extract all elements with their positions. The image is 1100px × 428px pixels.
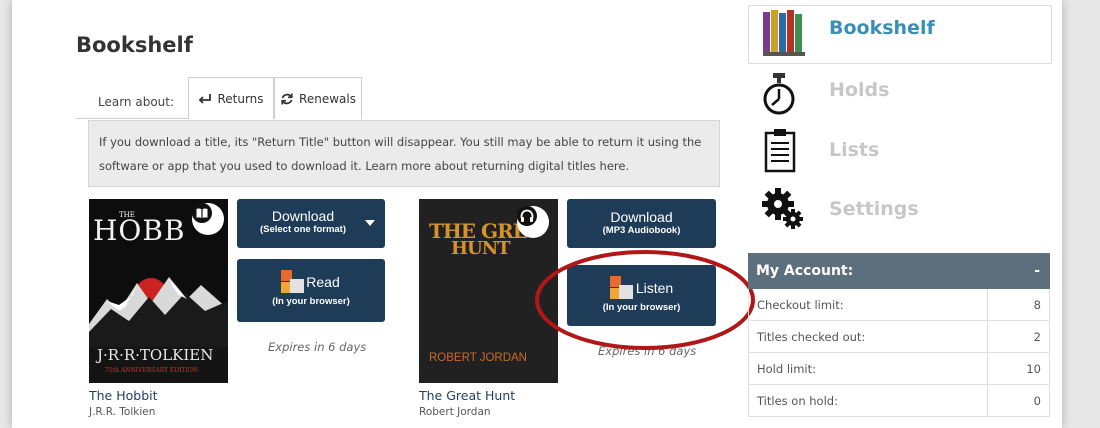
account-row-value: 0 bbox=[1033, 393, 1041, 408]
book-author-hobbit[interactable]: J.R.R. Tolkien bbox=[89, 406, 155, 418]
download-sublabel: (Select one format) bbox=[259, 224, 347, 235]
nav-item-settings[interactable]: Settings bbox=[760, 186, 1020, 236]
book-title-great-hunt[interactable]: The Great Hunt bbox=[419, 388, 515, 403]
book-icon bbox=[192, 203, 212, 223]
download-button-great-hunt[interactable]: Download (MP3 Audiobook) bbox=[567, 199, 716, 248]
nav-label-bookshelf: Bookshelf bbox=[829, 17, 935, 39]
background-left bbox=[0, 0, 12, 428]
caret-down-icon[interactable] bbox=[365, 220, 375, 226]
account-row-label: Hold limit: bbox=[757, 352, 988, 385]
account-row-label: Titles checked out: bbox=[757, 320, 988, 353]
audiobook-format-badge bbox=[517, 206, 549, 238]
returns-info-box: If you download a title, its "Return Tit… bbox=[88, 120, 720, 187]
tab-renewals[interactable]: Renewals bbox=[274, 77, 362, 119]
read-in-browser-icon bbox=[281, 270, 304, 293]
gear-icon bbox=[762, 188, 803, 229]
returns-info-text: If you download a title, its "Return Tit… bbox=[99, 135, 702, 173]
refresh-icon bbox=[281, 93, 293, 104]
learn-about-tabs: Learn about: Returns Renewals bbox=[76, 77, 726, 120]
my-account-panel: My Account: - Checkout limit: 8 Titles c… bbox=[748, 253, 1050, 428]
learn-about-label: Learn about: bbox=[98, 95, 175, 109]
great-hunt-cover-title-line2: HUNT bbox=[451, 238, 511, 259]
highlight-ellipse bbox=[535, 250, 755, 350]
read-label: Read bbox=[306, 274, 340, 290]
download-button-hobbit[interactable]: Download (Select one format) bbox=[237, 199, 385, 248]
page-title: Bookshelf bbox=[76, 33, 193, 57]
list-icon bbox=[764, 129, 796, 173]
great-hunt-cover-author: ROBERT JORDAN bbox=[429, 352, 527, 364]
account-row-titles-on-hold: Titles on hold: 0 bbox=[748, 384, 1050, 417]
nav-label-lists: Lists bbox=[829, 139, 880, 161]
expires-text-hobbit: Expires in 6 days bbox=[268, 340, 367, 354]
account-row-value: 2 bbox=[1033, 329, 1041, 344]
nav-label-settings: Settings bbox=[829, 198, 919, 220]
ebook-format-badge bbox=[192, 203, 224, 235]
hobbit-cover-title: HOBB bbox=[93, 214, 186, 247]
account-row-label: Titles on hold: bbox=[757, 384, 988, 417]
hobbit-cover-edition: 75th ANNIVERSARY EDITION bbox=[105, 367, 198, 374]
nav-item-holds[interactable]: Holds bbox=[760, 72, 1020, 120]
book-title-hobbit[interactable]: The Hobbit bbox=[89, 388, 158, 403]
hobbit-cover-author: J·R·R·TOLKIEN bbox=[97, 346, 214, 364]
my-account-header[interactable]: My Account: - bbox=[748, 253, 1050, 289]
bookshelf-icon bbox=[763, 10, 805, 56]
account-row-value: 8 bbox=[1033, 297, 1041, 312]
read-button-hobbit[interactable]: Read (In your browser) bbox=[237, 259, 385, 322]
download-label: Download bbox=[271, 208, 335, 224]
stopwatch-icon bbox=[763, 73, 795, 115]
account-row-label: Checkout limit: bbox=[757, 288, 988, 321]
account-row-hold-limit: Hold limit: 10 bbox=[748, 352, 1050, 385]
tab-returns[interactable]: Returns bbox=[188, 77, 274, 119]
account-row-value: 10 bbox=[1026, 361, 1041, 376]
background-right bbox=[1062, 0, 1100, 428]
account-row-titles-checked-out: Titles checked out: 2 bbox=[748, 320, 1050, 353]
tab-renewals-label: Renewals bbox=[299, 91, 356, 106]
nav-label-holds: Holds bbox=[829, 79, 890, 101]
tab-returns-label: Returns bbox=[217, 91, 264, 106]
read-sublabel: (In your browser) bbox=[272, 296, 350, 307]
nav-item-lists[interactable]: Lists bbox=[760, 127, 1020, 177]
account-row-checkout-limit: Checkout limit: 8 bbox=[748, 288, 1050, 321]
my-account-title: My Account: bbox=[756, 263, 854, 279]
download-label: Download bbox=[610, 209, 673, 225]
headphones-icon bbox=[517, 206, 537, 226]
collapse-toggle[interactable]: - bbox=[1034, 263, 1040, 279]
download-sublabel: (MP3 Audiobook) bbox=[602, 225, 681, 236]
book-author-great-hunt[interactable]: Robert Jordan bbox=[419, 406, 491, 418]
book-cover-hobbit[interactable]: THE HOBB J·R·R·TOLKIEN 75th ANNIVERSARY … bbox=[89, 199, 228, 383]
return-arrow-icon bbox=[199, 93, 212, 104]
